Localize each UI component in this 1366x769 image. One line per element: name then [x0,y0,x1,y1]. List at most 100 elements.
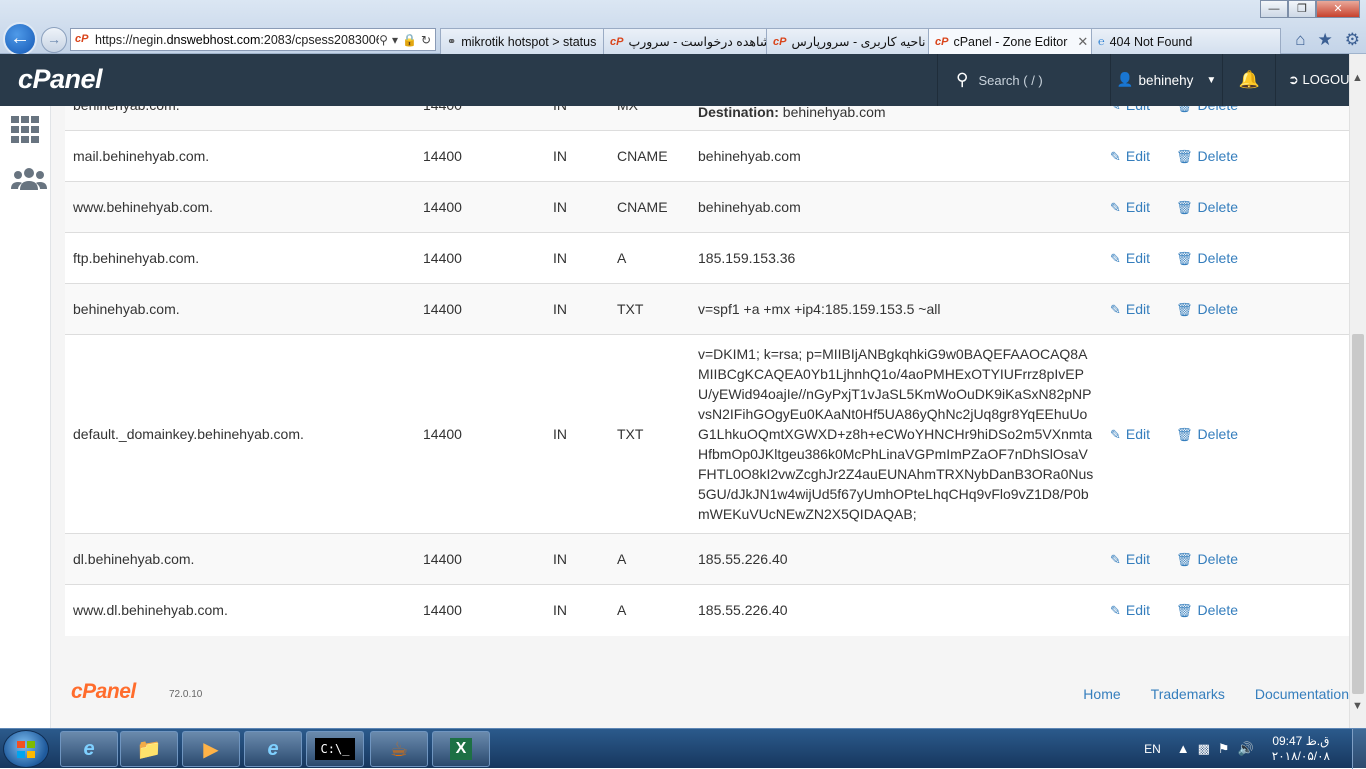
taskbar-excel[interactable]: X [432,731,490,767]
edit-button[interactable]: ✎Edit [1110,148,1150,164]
record-class: IN [545,283,609,335]
record-name: behinehyab.com. [65,106,415,131]
delete-button[interactable]: 🗑Delete [1176,301,1238,317]
cpanel-icon: cP [773,35,787,48]
edit-button[interactable]: ✎Edit [1110,106,1150,113]
delete-button[interactable]: 🗑Delete [1176,551,1238,567]
record-actions: ✎Edit 🗑Delete [1102,130,1349,182]
taskbar-media-player[interactable]: ▶ [182,731,240,767]
mikrotik-icon: ⚭ [447,36,457,48]
edit-button[interactable]: ✎Edit [1110,602,1150,618]
footer-link-documentation[interactable]: Documentation [1255,686,1349,702]
address-url[interactable]: https://negin.dnswebhost.com:2083/cpsess… [95,33,379,47]
tray-expand-icon[interactable]: ▲ [1177,741,1190,757]
tab-request-view[interactable]: cP مشاهده درخواست - سرورپ... [603,28,767,54]
back-button[interactable]: ← [3,22,37,56]
record-value: v=DKIM1; k=rsa; p=MIIBIjANBgkqhkiG9w0BAQ… [690,334,1102,534]
record-value: v=spf1 +a +mx +ip4:185.159.153.5 ~all [690,283,1102,335]
edit-button[interactable]: ✎Edit [1110,426,1150,442]
delete-button[interactable]: 🗑Delete [1176,199,1238,215]
taskbar-file-explorer[interactable]: 📁 [120,731,178,767]
home-icon[interactable]: ⌂ [1295,30,1305,50]
edit-button[interactable]: ✎Edit [1110,301,1150,317]
close-tab-icon[interactable]: ✕ [1077,34,1088,50]
footer-link-home[interactable]: Home [1083,686,1120,702]
refresh-icon[interactable]: ↻ [421,33,431,47]
favorites-star-icon[interactable]: ★ [1318,30,1333,50]
taskbar-ie-window[interactable]: e [244,731,302,767]
network-icon[interactable]: ▩ [1198,741,1210,757]
scroll-down-icon[interactable]: ▼ [1352,700,1363,712]
tab-404[interactable]: ℮ 404 Not Found [1091,28,1281,54]
clock[interactable]: ق.ظ 09:47 ۲۰۱۸/۰۵/۰۸ [1272,734,1330,764]
search-icon: ⚲ [956,70,969,89]
tab-mikrotik[interactable]: ⚭ mikrotik hotspot > status [440,28,604,54]
trash-icon: 🗑 [1176,551,1193,567]
table-row: www.behinehyab.com. 14400 IN CNAME behinehya… [65,181,1349,233]
edit-button[interactable]: ✎Edit [1110,250,1150,266]
taskbar-command-prompt[interactable]: C:\_ [306,731,364,767]
taskbar-internet-explorer[interactable]: e [60,731,118,767]
logout-button[interactable]: ➲ LOGOUT [1288,72,1357,88]
scroll-up-icon[interactable]: ▲ [1352,72,1363,84]
delete-button[interactable]: 🗑Delete [1176,602,1238,618]
record-value: Destination: behinehyab.com [690,106,1102,131]
record-value: behinehyab.com [690,130,1102,182]
users-icon[interactable] [11,166,47,194]
media-player-icon: ▶ [203,738,219,761]
record-value: 185.159.153.36 [690,232,1102,284]
record-actions: ✎Edit 🗑Delete [1102,533,1349,585]
lock-icon[interactable]: 🔒 [402,33,417,47]
caret-down-icon: ▼ [1206,74,1217,86]
cpanel-header: cPanel ⚲ Search ( / ) 👤 behinehy ▼ 🔔 ➲ L… [0,54,1366,106]
browser-toolbar-icons: ⌂ ★ ⚙ [1295,30,1360,50]
terminal-icon: C:\_ [314,738,356,760]
tab-user-area[interactable]: cP ناحیه کاربری - سرورپارس [766,28,929,54]
excel-icon: X [449,738,473,760]
apps-grid-icon[interactable] [11,116,43,144]
edit-button[interactable]: ✎Edit [1110,551,1150,567]
forward-button[interactable]: → [41,27,67,53]
start-button[interactable] [3,730,49,768]
action-center-flag-icon[interactable]: ⚑ [1218,741,1230,757]
record-class: IN [545,130,609,182]
record-type: CNAME [609,181,690,233]
delete-button[interactable]: 🗑Delete [1176,106,1238,113]
dns-records-table: behinehyab.com.14400INMXDestination: beh… [65,106,1349,636]
search-icon[interactable]: ⚲ [379,33,388,47]
maximize-button[interactable]: ❐ [1288,0,1316,18]
record-ttl: 14400 [415,106,545,131]
user-menu[interactable]: 👤 behinehy ▼ [1111,54,1223,106]
tab-zone-editor[interactable]: cP cPanel - Zone Editor ✕ [928,28,1092,54]
record-class: IN [545,584,609,636]
settings-gear-icon[interactable]: ⚙ [1345,30,1360,50]
input-language[interactable]: EN [1144,742,1161,756]
scrollbar-thumb[interactable] [1352,334,1364,694]
record-class: IN [545,106,609,131]
dropdown-icon[interactable]: ▾ [392,33,398,47]
record-value: 185.55.226.40 [690,533,1102,585]
volume-icon[interactable]: 🔊 [1238,741,1254,757]
notifications-button[interactable]: 🔔 [1224,54,1276,106]
close-window-button[interactable]: ✕ [1316,0,1360,18]
show-desktop-button[interactable] [1352,729,1366,769]
delete-button[interactable]: 🗑Delete [1176,148,1238,164]
footer-link-trademarks[interactable]: Trademarks [1151,686,1225,702]
minimize-button[interactable]: — [1260,0,1288,18]
edit-button[interactable]: ✎Edit [1110,199,1150,215]
search-box[interactable]: ⚲ Search ( / ) [937,54,1111,106]
cpanel-logo[interactable]: cPanel [18,64,103,95]
page-scrollbar[interactable]: ▲ ▼ [1349,54,1366,728]
table-row: ftp.behinehyab.com. 14400 IN A 185.159.153.3… [65,232,1349,284]
windows-logo-icon [17,741,35,758]
delete-button[interactable]: 🗑Delete [1176,426,1238,442]
logout-icon: ➲ [1288,72,1299,87]
address-bar[interactable]: cP https://negin.dnswebhost.com:2083/cps… [70,28,436,51]
pencil-icon: ✎ [1110,301,1121,317]
ie-icon: e [83,737,95,760]
clock-date: ۲۰۱۸/۰۵/۰۸ [1271,749,1330,763]
record-name: ftp.behinehyab.com. [65,232,415,284]
delete-button[interactable]: 🗑Delete [1176,250,1238,266]
pencil-icon: ✎ [1110,106,1121,113]
taskbar-java[interactable]: ☕ [370,731,428,767]
